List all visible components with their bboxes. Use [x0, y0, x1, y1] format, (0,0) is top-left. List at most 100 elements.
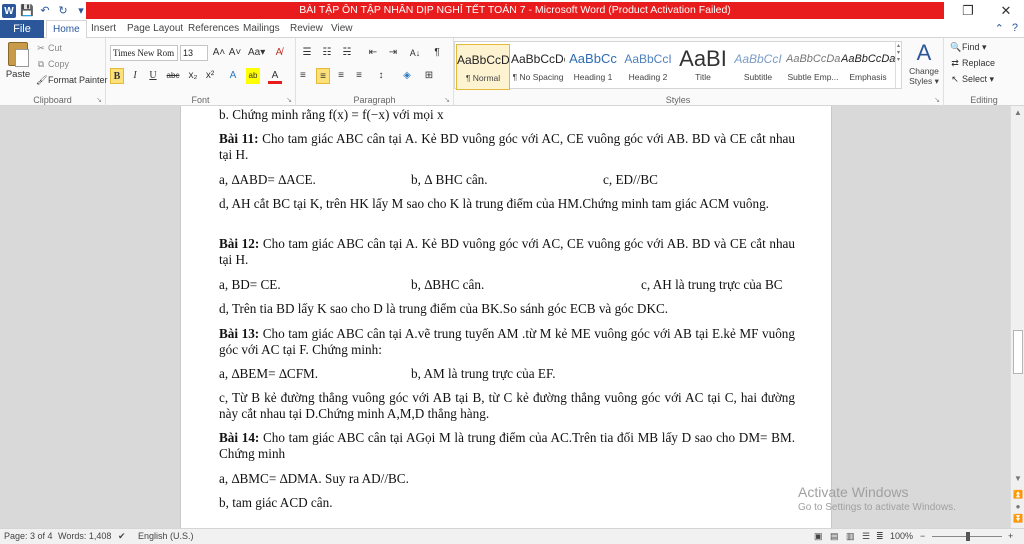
scroll-up-icon[interactable]: ▲ — [1011, 108, 1024, 117]
previous-page-icon[interactable]: ⏫ — [1011, 490, 1024, 499]
close-icon[interactable]: ✕ — [988, 0, 1024, 22]
align-left-button[interactable]: ≡ — [300, 68, 314, 84]
tab-view[interactable]: View — [325, 20, 359, 38]
save-icon[interactable]: 💾 — [20, 4, 34, 18]
center-button[interactable]: ≡ — [316, 68, 330, 84]
style-emphasis[interactable]: AaBbCcDa Emphasis — [841, 44, 895, 90]
full-screen-reading-icon[interactable]: ▤ — [830, 529, 839, 544]
browse-object-icon[interactable]: ● — [1011, 502, 1024, 511]
bullets-button[interactable]: ☰ — [300, 45, 314, 61]
word-logo-icon[interactable]: W — [2, 4, 16, 18]
grow-font-button[interactable]: A˄ — [212, 45, 226, 61]
font-name-select[interactable]: Times New Rom — [110, 45, 178, 61]
print-layout-icon[interactable]: ▣ — [814, 529, 823, 544]
language[interactable]: English (U.S.) — [138, 529, 194, 544]
zoom-in-button[interactable]: + — [1008, 529, 1013, 544]
undo-icon[interactable]: ↶ — [38, 4, 52, 18]
proofing-icon[interactable]: ✔ — [118, 529, 126, 544]
font-launcher-icon[interactable]: ↘ — [286, 96, 292, 104]
vertical-scrollbar[interactable]: ▲ ▼ ⏫ ● ⏬ — [1010, 106, 1024, 528]
page-count[interactable]: Page: 3 of 4 — [4, 529, 53, 544]
subscript-button[interactable]: x₂ — [186, 68, 200, 84]
find-button[interactable]: 🔍Find ▾ — [950, 41, 987, 54]
style-title[interactable]: AaBI Title — [676, 44, 730, 90]
multilevel-list-button[interactable]: ☵ — [340, 45, 354, 61]
style-subtle-emphasis[interactable]: AaBbCcDa Subtle Emp... — [786, 44, 840, 90]
shrink-font-button[interactable]: A˅ — [228, 45, 242, 61]
doc-paragraph-bai-12[interactable]: Bài 12: Cho tam giác ABC cân tại A. Kẻ B… — [219, 236, 795, 268]
doc-row-bai-13-parts[interactable]: a, ∆BEM= ∆CFM. b, AM là trung trực của E… — [219, 366, 795, 382]
scroll-thumb[interactable] — [1013, 330, 1023, 374]
next-page-icon[interactable]: ⏬ — [1011, 514, 1024, 523]
underline-button[interactable]: U — [146, 68, 160, 84]
word-count[interactable]: Words: 1,408 — [58, 529, 111, 544]
font-color-button[interactable]: A — [268, 68, 282, 84]
tab-review[interactable]: Review — [284, 20, 329, 38]
style-heading-2[interactable]: AaBbCcI Heading 2 — [621, 44, 675, 90]
styles-gallery-scroll[interactable]: ▴ ▾ ▾ — [895, 42, 901, 88]
line-spacing-button[interactable]: ↕ — [374, 68, 388, 84]
restore-icon[interactable]: ❐ — [950, 0, 986, 22]
paste-button[interactable]: Paste — [4, 40, 32, 88]
zoom-out-button[interactable]: − — [920, 529, 925, 544]
justify-button[interactable]: ≡ — [352, 68, 366, 84]
borders-button[interactable]: ⊞ — [422, 68, 436, 84]
format-painter-button[interactable]: 🖌Format Painter — [36, 74, 108, 87]
zoom-slider-thumb[interactable] — [966, 532, 970, 541]
tab-file[interactable]: File — [0, 20, 44, 38]
tab-references[interactable]: References — [182, 20, 245, 38]
replace-button[interactable]: ⇄ Replace — [950, 57, 995, 70]
change-styles-button[interactable]: A Change Styles ▾ — [906, 40, 942, 86]
doc-paragraph-bai-14[interactable]: Bài 14: Cho tam giác ABC cân tại AGọi M … — [219, 430, 795, 462]
doc-paragraph-bai-13[interactable]: Bài 13: Cho tam giác ABC cân tại A.vẽ tr… — [219, 326, 795, 358]
document-page[interactable]: b. Chứng minh rằng f(x) = f(−x) với mọi … — [180, 106, 832, 528]
numbering-button[interactable]: ☷ — [320, 45, 334, 61]
draft-icon[interactable]: ≣ — [876, 529, 884, 544]
style-heading-1[interactable]: AaBbCc Heading 1 — [566, 44, 620, 90]
styles-launcher-icon[interactable]: ↘ — [934, 96, 940, 104]
italic-button[interactable]: I — [128, 68, 142, 84]
strikethrough-button[interactable]: abc — [166, 68, 180, 84]
tab-mailings[interactable]: Mailings — [237, 20, 286, 38]
doc-paragraph-bai-12-d[interactable]: d, Trên tia BD lấy K sao cho D là trung … — [219, 301, 795, 317]
font-size-select[interactable]: 13 — [180, 45, 208, 61]
paragraph-launcher-icon[interactable]: ↘ — [444, 96, 450, 104]
doc-line-b-proof[interactable]: b. Chứng minh rằng f(x) = f(−x) với mọi … — [219, 107, 795, 123]
highlight-button[interactable]: ab — [246, 68, 260, 84]
increase-indent-button[interactable]: ⇥ — [386, 45, 400, 61]
doc-paragraph-bai-14-a[interactable]: a, ∆BMC= ∆DMA. Suy ra AD//BC. — [219, 471, 795, 487]
style-subtitle[interactable]: AaBbCcI Subtitle — [731, 44, 785, 90]
show-marks-button[interactable]: ¶ — [430, 45, 444, 61]
web-layout-icon[interactable]: ▥ — [846, 529, 855, 544]
doc-row-bai-12-parts[interactable]: a, BD= CE. b, ∆BHC cân. c, AH là trung t… — [219, 277, 795, 293]
select-button[interactable]: ↖ Select ▾ — [950, 73, 994, 86]
change-case-button[interactable]: Aa▾ — [248, 45, 265, 61]
copy-button[interactable]: ⧉ Copy — [36, 58, 69, 71]
doc-paragraph-bai-11-d[interactable]: d, AH cắt BC tại K, trên HK lấy M sao ch… — [219, 196, 795, 212]
sort-button[interactable]: A↓ — [408, 45, 422, 61]
tab-home[interactable]: Home — [46, 20, 87, 39]
doc-paragraph-bai-13-c[interactable]: c, Từ B kẻ đường thẳng vuông góc với AB … — [219, 390, 795, 422]
doc-row-bai-11-parts[interactable]: a, ∆ABD= ∆ACE. b, ∆ BHC cân. c, ED//BC — [219, 172, 795, 188]
tab-page-layout[interactable]: Page Layout — [121, 20, 189, 38]
superscript-button[interactable]: x² — [203, 68, 217, 84]
style-normal[interactable]: AaBbCcDc ¶ Normal — [456, 44, 510, 90]
scroll-down-icon[interactable]: ▼ — [1011, 474, 1024, 483]
help-icon[interactable]: ? — [1012, 22, 1018, 35]
outline-icon[interactable]: ☰ — [862, 529, 870, 544]
text-effects-button[interactable]: A — [226, 68, 240, 84]
cut-button[interactable]: ✂ Cut — [36, 42, 62, 55]
shading-button[interactable]: ◈ — [400, 68, 414, 84]
clipboard-launcher-icon[interactable]: ↘ — [96, 96, 102, 104]
zoom-level[interactable]: 100% — [890, 529, 913, 544]
clear-formatting-button[interactable]: A̸ — [272, 45, 286, 61]
decrease-indent-button[interactable]: ⇤ — [366, 45, 380, 61]
style-no-spacing[interactable]: AaBbCcDc ¶ No Spacing — [511, 44, 565, 90]
tab-insert[interactable]: Insert — [85, 20, 122, 38]
doc-paragraph-bai-14-b[interactable]: b, tam giác ACD cân. — [219, 495, 795, 511]
doc-paragraph-bai-11[interactable]: Bài 11: Cho tam giác ABC cân tại A. Kẻ B… — [219, 131, 795, 163]
align-right-button[interactable]: ≡ — [334, 68, 348, 84]
minimize-ribbon-icon[interactable]: ⌃ — [995, 22, 1004, 35]
redo-icon[interactable]: ↻ — [56, 4, 70, 18]
bold-button[interactable]: B — [110, 68, 124, 84]
